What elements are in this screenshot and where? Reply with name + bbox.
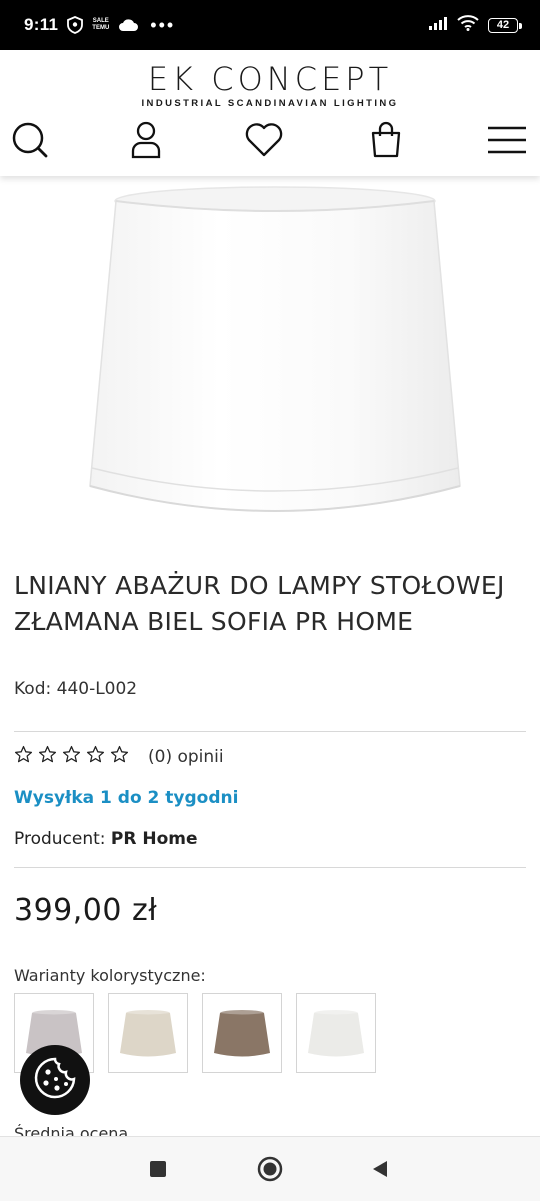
system-nav-bar (0, 1136, 540, 1201)
variant-swatch[interactable] (296, 993, 376, 1073)
battery-icon: 42 (488, 17, 522, 33)
rating-stars[interactable] (14, 745, 129, 768)
product-code: Kod: 440-L002 (14, 679, 138, 699)
more-notifications: ••• (150, 14, 176, 35)
variant-swatch[interactable] (108, 993, 188, 1073)
shipping-info: Wysyłka 1 do 2 tygodni (14, 788, 239, 808)
status-time: 9:11 (24, 15, 59, 34)
heart-icon[interactable] (244, 120, 284, 160)
temu-icon: SALE TEMU (92, 18, 110, 31)
site-logo[interactable]: EK CONCEPT INDUSTRIAL SCANDINAVIAN LIGHT… (0, 62, 540, 109)
cookie-icon (32, 1055, 78, 1105)
user-icon[interactable] (126, 120, 166, 160)
star-icon[interactable] (38, 745, 57, 768)
product-image[interactable] (0, 176, 540, 536)
divider (14, 867, 526, 868)
wifi-icon (457, 14, 479, 36)
status-bar: 9:11 SALE TEMU ••• 42 (0, 0, 540, 50)
star-icon[interactable] (62, 745, 81, 768)
shield-icon (67, 16, 84, 34)
next-section-heading: Średnia ocena (14, 1124, 129, 1136)
logo-brand: EK CONCEPT (147, 60, 393, 98)
reviews-count[interactable]: (0) opinii (148, 747, 224, 767)
producer-name[interactable]: PR Home (111, 829, 198, 849)
menu-icon[interactable] (484, 120, 530, 160)
product-price: 399,00 zł (14, 893, 158, 928)
star-icon[interactable] (86, 745, 105, 768)
home-circle-icon[interactable] (240, 1137, 300, 1201)
logo-tagline: INDUSTRIAL SCANDINAVIAN LIGHTING (141, 98, 399, 109)
back-triangle-icon[interactable] (350, 1137, 410, 1201)
divider (14, 731, 526, 732)
signal-icon (428, 16, 448, 35)
star-icon[interactable] (110, 745, 129, 768)
producer-label: Producent: (14, 829, 111, 849)
variants-label: Warianty kolorystyczne: (14, 966, 206, 985)
shopping-bag-icon[interactable] (366, 120, 406, 160)
cloud-icon (118, 18, 139, 32)
cookie-settings-button[interactable] (20, 1045, 90, 1115)
variant-swatch[interactable] (202, 993, 282, 1073)
site-header: EK CONCEPT INDUSTRIAL SCANDINAVIAN LIGHT… (0, 50, 540, 176)
recents-square-icon[interactable] (128, 1137, 188, 1201)
search-icon[interactable] (10, 120, 50, 160)
producer-row: Producent: PR Home (14, 829, 198, 849)
star-icon[interactable] (14, 745, 33, 768)
product-title: LNIANY ABAŻUR DO LAMPY STOŁOWEJ ZŁAMANA … (14, 571, 505, 636)
rating-row[interactable]: (0) opinii (14, 745, 224, 768)
